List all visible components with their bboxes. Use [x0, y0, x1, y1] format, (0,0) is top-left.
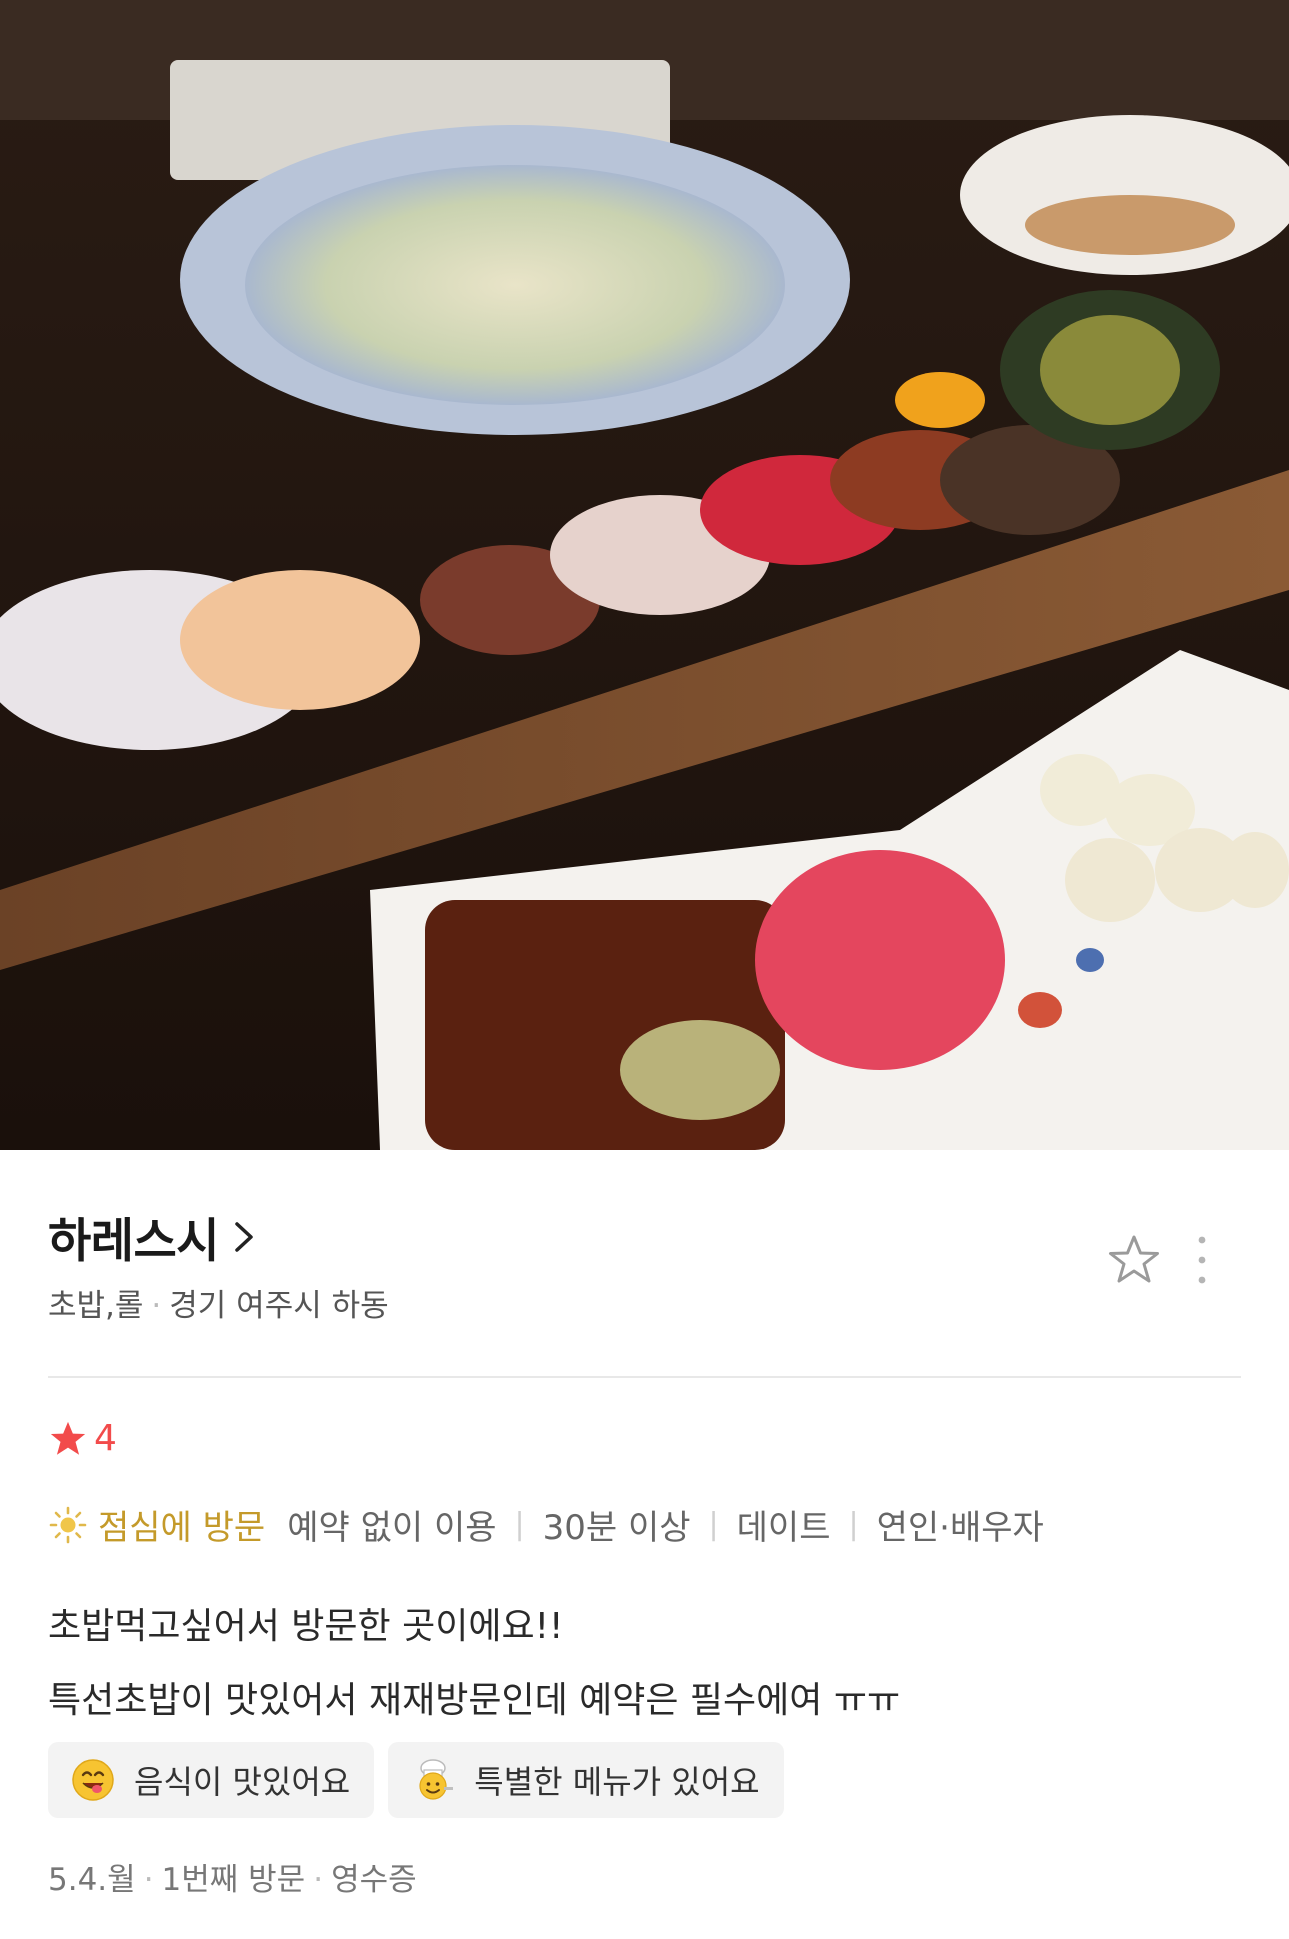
keyword-label: 특별한 메뉴가 있어요 — [474, 1763, 760, 1801]
chef-icon — [419, 1759, 454, 1800]
tag-separator: | — [514, 1507, 525, 1542]
review-footer: 5.4.월 · 1번째 방문 · 영수증 — [48, 1854, 417, 1899]
rating-star-icon — [50, 1421, 86, 1455]
separator-dot: · — [151, 1288, 162, 1324]
receipt-verification[interactable]: 영수증 — [331, 1862, 417, 1898]
visit-meta: 점심에 방문 예약 없이 이용 | 30분 이상 | 데이트 | 연인·배우자 — [48, 1500, 1044, 1549]
keyword-label: 음식이 맛있어요 — [134, 1763, 351, 1801]
rating-value: 4 — [94, 1418, 117, 1459]
visit-tag: 30분 이상 — [542, 1508, 691, 1548]
restaurant-location: 경기 여주시 하동 — [169, 1288, 389, 1324]
restaurant-title-link[interactable]: 하레스시 — [48, 1202, 257, 1271]
keyword-chip: 음식이 맛있어요 — [48, 1742, 375, 1818]
visit-time: 점심에 방문 — [98, 1508, 266, 1548]
sun-icon — [49, 1506, 87, 1543]
separator-dot: · — [143, 1862, 154, 1898]
review-rating: 4 — [48, 1418, 117, 1459]
yummy-face-icon — [72, 1759, 114, 1801]
restaurant-category: 초밥,롤 — [48, 1288, 144, 1324]
review-photo[interactable] — [0, 0, 1289, 1150]
visit-tag: 연인·배우자 — [876, 1508, 1044, 1548]
more-options-icon[interactable] — [1190, 1234, 1214, 1286]
separator-dot: · — [313, 1862, 324, 1898]
visit-date: 5.4.월 — [48, 1862, 136, 1898]
restaurant-info: 초밥,롤 · 경기 여주시 하동 — [48, 1280, 389, 1325]
visit-tag: 데이트 — [736, 1508, 831, 1548]
tag-separator: | — [848, 1507, 859, 1542]
bookmark-star-icon[interactable] — [1106, 1232, 1162, 1288]
visit-tag: 예약 없이 이용 — [287, 1508, 497, 1548]
tag-separator: | — [708, 1507, 719, 1542]
restaurant-name: 하레스시 — [48, 1214, 219, 1269]
review-line: 특선초밥이 맛있어서 재재방문인데 예약은 필수에여 ㅠㅠ — [48, 1680, 901, 1721]
review-line: 초밥먹고싶어서 방문한 곳이에요!! — [48, 1606, 564, 1647]
keyword-chips: 음식이 맛있어요 특별한 메뉴가 있어요 — [48, 1742, 798, 1818]
divider — [48, 1376, 1241, 1378]
visit-count: 1번째 방문 — [161, 1862, 306, 1898]
chevron-right-icon — [235, 1221, 253, 1252]
review-text[interactable]: 초밥먹고싶어서 방문한 곳이에요!! 특선초밥이 맛있어서 재재방문인데 예약은… — [48, 1590, 900, 1738]
keyword-chip: 특별한 메뉴가 있어요 — [388, 1742, 784, 1818]
